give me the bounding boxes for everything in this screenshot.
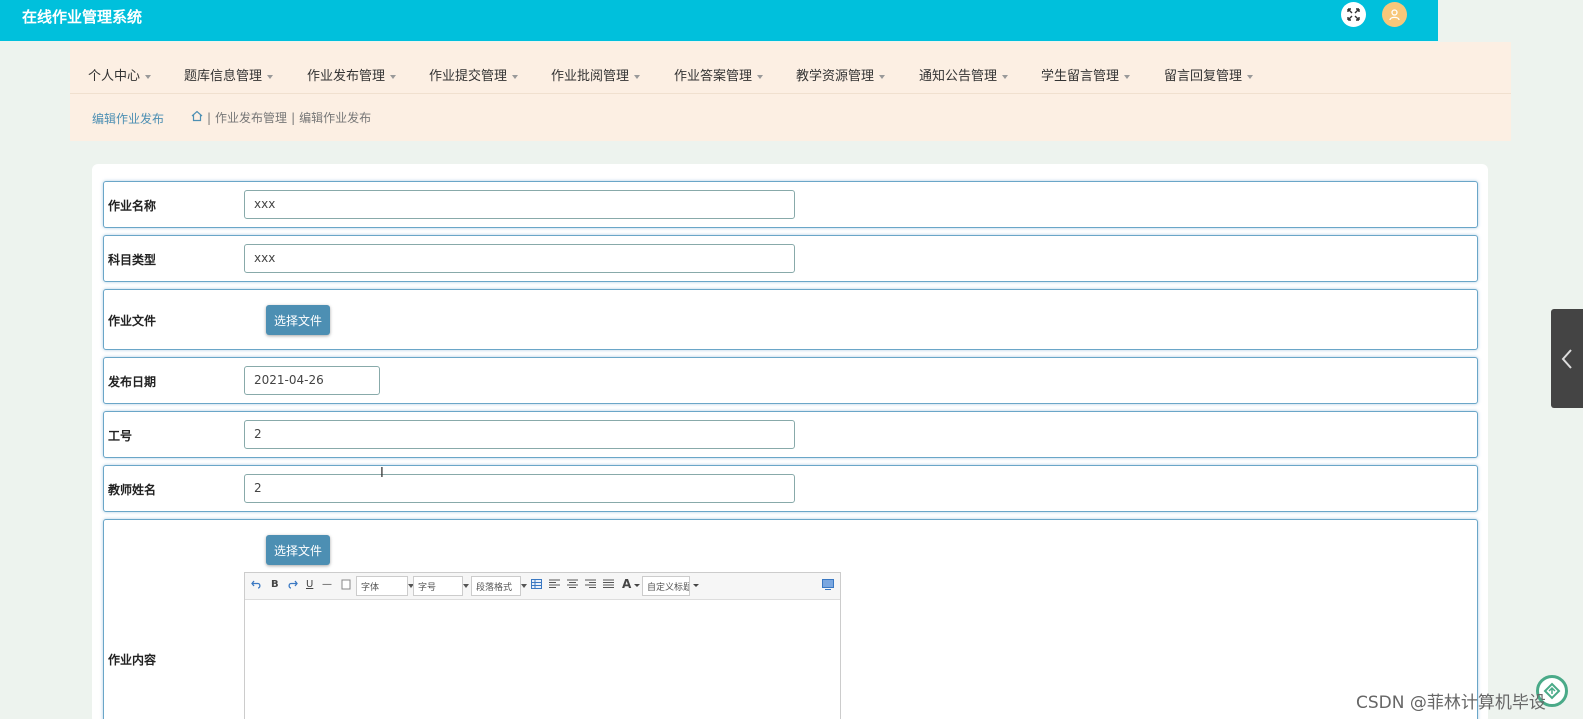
- form-row-staff-id: 工号 2: [103, 411, 1478, 458]
- field-label: 教师姓名: [108, 483, 157, 497]
- nav-item-personal-center[interactable]: 个人中心: [88, 65, 152, 84]
- align-right-icon[interactable]: [585, 579, 596, 591]
- dropdown-arrow-icon: [521, 584, 527, 588]
- align-left-icon[interactable]: [549, 579, 560, 591]
- select-value: 字号: [418, 583, 437, 593]
- nav-item-question-bank[interactable]: 题库信息管理: [184, 65, 274, 84]
- field-label: 科目类型: [108, 253, 157, 267]
- font-size-select[interactable]: 字号: [413, 576, 469, 596]
- page-icon[interactable]: [341, 579, 351, 593]
- paragraph-format-select[interactable]: 段落格式: [471, 576, 527, 596]
- nav-item-student-messages[interactable]: 学生留言管理: [1041, 65, 1131, 84]
- form-row-homework-content: 作业内容 选择文件 B U — 字体 字号 段落格式 A 自定义标题: [103, 519, 1478, 719]
- subject-type-input[interactable]: xxx: [244, 244, 795, 273]
- caret-down-icon: [1247, 74, 1254, 79]
- field-label: 发布日期: [108, 375, 157, 389]
- dropdown-arrow-icon[interactable]: [634, 577, 640, 594]
- field-label: 作业文件: [108, 314, 157, 328]
- dropdown-arrow-icon[interactable]: [693, 577, 699, 594]
- field-label: 作业名称: [108, 199, 157, 213]
- caret-down-icon: [879, 74, 886, 79]
- choose-file-button[interactable]: 选择文件: [266, 305, 330, 335]
- nav-label: 作业答案管理: [674, 69, 753, 84]
- dropdown-arrow-icon: [463, 584, 469, 588]
- breadcrumb-path: | 作业发布管理 | 编辑作业发布: [191, 109, 371, 126]
- main-nav: 个人中心 题库信息管理 作业发布管理 作业提交管理 作业批阅管理 作业答案管理 …: [70, 42, 1511, 94]
- nav-item-homework-submit[interactable]: 作业提交管理: [429, 65, 519, 84]
- publish-date-input[interactable]: 2021-04-26: [244, 366, 380, 395]
- choose-file-button[interactable]: 选择文件: [266, 535, 330, 565]
- table-icon[interactable]: [531, 579, 542, 592]
- staff-id-input[interactable]: 2: [244, 420, 795, 449]
- font-family-select[interactable]: 字体: [356, 576, 414, 596]
- form-row-publish-date: 发布日期 2021-04-26: [103, 357, 1478, 404]
- nav-label: 作业提交管理: [429, 69, 508, 84]
- select-value: 段落格式: [476, 583, 513, 593]
- bold-button[interactable]: B: [271, 579, 279, 590]
- breadcrumb-separator: |: [207, 110, 212, 125]
- homework-name-input[interactable]: xxx: [244, 190, 795, 219]
- select-value: 自定义标题: [647, 583, 690, 593]
- undo-icon[interactable]: [251, 579, 262, 593]
- select-value: 字体: [361, 583, 380, 593]
- home-icon[interactable]: [191, 110, 203, 125]
- page-title: 编辑作业发布: [92, 112, 165, 126]
- underline-button[interactable]: U: [306, 579, 313, 590]
- horizontal-rule-button[interactable]: —: [322, 579, 332, 590]
- custom-title-select[interactable]: 自定义标题: [642, 576, 690, 596]
- preview-icon[interactable]: [822, 579, 834, 593]
- nav-item-teaching-resources[interactable]: 教学资源管理: [796, 65, 886, 84]
- breadcrumb-current: 编辑作业发布: [299, 111, 372, 125]
- editor-toolbar: B U — 字体 字号 段落格式 A 自定义标题: [245, 573, 840, 600]
- nav-label: 教学资源管理: [796, 69, 875, 84]
- caret-down-icon: [145, 74, 152, 79]
- chevron-left-icon: [1561, 348, 1572, 369]
- expand-icon[interactable]: [1341, 2, 1366, 27]
- nav-label: 留言回复管理: [1164, 69, 1243, 84]
- field-label: 作业内容: [108, 653, 157, 667]
- nav-label: 题库信息管理: [184, 69, 263, 84]
- form-row-homework-name: 作业名称 xxx: [103, 181, 1478, 228]
- nav-label: 通知公告管理: [919, 69, 998, 84]
- app-title: 在线作业管理系统: [22, 8, 143, 26]
- align-justify-icon[interactable]: [603, 579, 614, 591]
- text-cursor-icon: I: [380, 466, 384, 481]
- nav-label: 作业批阅管理: [551, 69, 630, 84]
- nav-label: 个人中心: [88, 69, 141, 84]
- form-row-homework-file: 作业文件 选择文件: [103, 289, 1478, 350]
- nav-label: 学生留言管理: [1041, 69, 1120, 84]
- caret-down-icon: [757, 74, 764, 79]
- redo-icon[interactable]: [287, 579, 298, 593]
- caret-down-icon: [267, 74, 274, 79]
- caret-down-icon: [1002, 74, 1009, 79]
- watermark: CSDN @菲林计算机毕设: [1356, 693, 1546, 713]
- teacher-name-input[interactable]: 2: [244, 474, 795, 503]
- collapse-side-panel-button[interactable]: [1551, 309, 1583, 408]
- nav-item-message-replies[interactable]: 留言回复管理: [1164, 65, 1254, 84]
- breadcrumb: 编辑作业发布 | 作业发布管理 | 编辑作业发布: [70, 94, 1511, 141]
- align-center-icon[interactable]: [567, 579, 578, 591]
- nav-item-announcements[interactable]: 通知公告管理: [919, 65, 1009, 84]
- font-color-button[interactable]: A: [622, 577, 631, 591]
- nav-item-homework-publish[interactable]: 作业发布管理: [307, 65, 397, 84]
- nav-item-homework-review[interactable]: 作业批阅管理: [551, 65, 641, 84]
- caret-down-icon: [1124, 74, 1131, 79]
- user-avatar-icon[interactable]: [1382, 2, 1407, 27]
- caret-down-icon: [634, 74, 641, 79]
- rich-text-editor: B U — 字体 字号 段落格式 A 自定义标题: [244, 572, 841, 719]
- caret-down-icon: [390, 74, 397, 79]
- field-label: 工号: [108, 429, 133, 443]
- form-row-subject-type: 科目类型 xxx: [103, 235, 1478, 282]
- nav-item-homework-answer[interactable]: 作业答案管理: [674, 65, 764, 84]
- breadcrumb-link[interactable]: 作业发布管理: [215, 109, 287, 126]
- form-row-teacher-name: 教师姓名 2: [103, 465, 1478, 512]
- breadcrumb-separator: |: [291, 110, 296, 125]
- nav-label: 作业发布管理: [307, 69, 386, 84]
- caret-down-icon: [512, 74, 519, 79]
- top-header: 在线作业管理系统: [0, 0, 1438, 41]
